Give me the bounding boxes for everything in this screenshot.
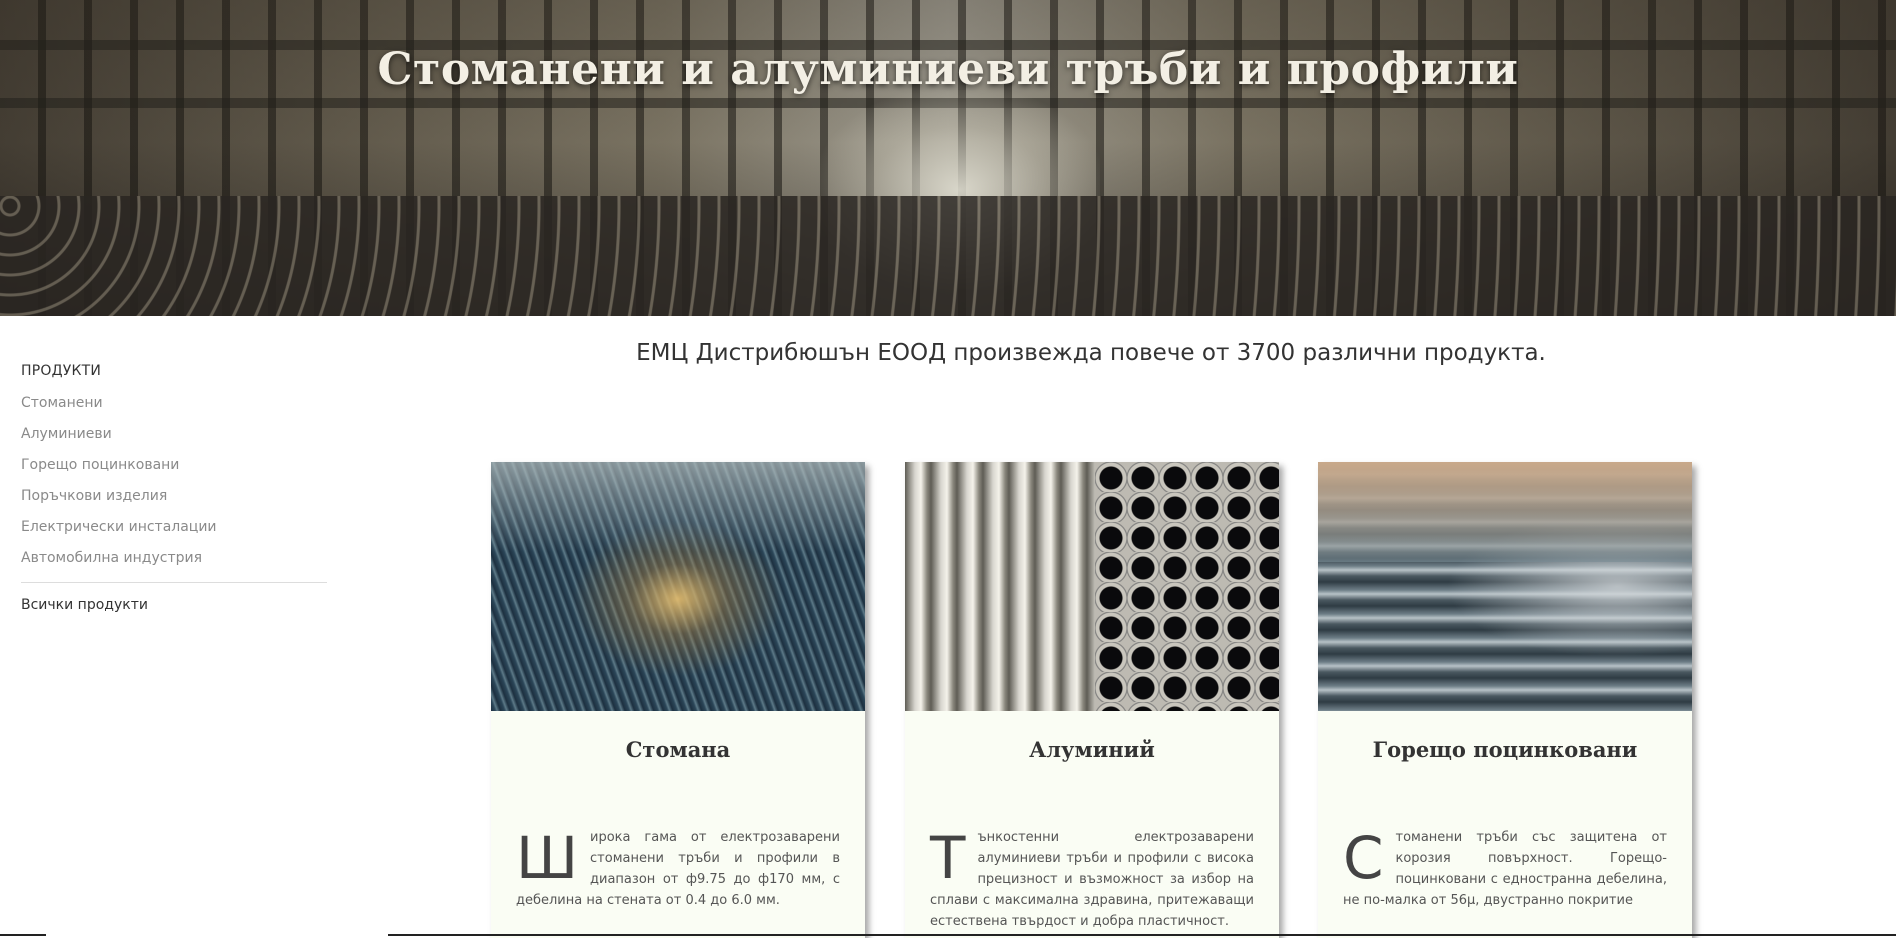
card-description-text: томанени тръби със защитена от корозия п…: [1343, 830, 1667, 908]
sidebar-link-electrical[interactable]: Електрически инсталации: [21, 519, 217, 535]
intro-text: ЕМЦ Дистрибюшън ЕООД произвежда повече о…: [636, 340, 1546, 366]
card-title[interactable]: Стомана: [491, 737, 865, 827]
card-description-text: ънкостенни електрозаварени алуминиеви тр…: [930, 830, 1254, 929]
sidebar-item-steel: Стоманени: [21, 392, 327, 423]
aluminium-tubes-ends: [1095, 462, 1279, 711]
all-products-link[interactable]: Всички продукти: [21, 597, 148, 613]
sidebar: ПРОДУКТИ Стоманени Алуминиеви Горещо поц…: [21, 361, 327, 613]
sidebar-item-electrical: Електрически инсталации: [21, 516, 327, 547]
sidebar-item-custom-products: Поръчкови изделия: [21, 485, 327, 516]
hero-pipes: [0, 196, 1896, 316]
card-title[interactable]: Горещо поцинковани: [1318, 737, 1692, 827]
sidebar-link-automotive[interactable]: Автомобилна индустрия: [21, 550, 202, 566]
product-card-steel[interactable]: Стомана Широка гама от електрозаварени с…: [491, 462, 865, 938]
steel-pipes-image[interactable]: [491, 462, 865, 711]
card-description: Широка гама от електрозаварени стоманени…: [491, 827, 865, 911]
sidebar-link-hot-dip-galvanized[interactable]: Горещо поцинковани: [21, 457, 179, 473]
sidebar-list: Стоманени Алуминиеви Горещо поцинковани …: [21, 392, 327, 578]
card-title[interactable]: Алуминий: [905, 737, 1279, 827]
product-card-galvanized[interactable]: Горещо поцинковани Стоманени тръби със з…: [1318, 462, 1692, 938]
galvanized-pipes-image[interactable]: [1318, 462, 1692, 711]
sidebar-divider: [21, 582, 327, 583]
hero-banner: Стоманени и алуминиеви тръби и профили: [0, 0, 1896, 316]
aluminium-tubes-side: [905, 462, 1095, 711]
card-description: Стоманени тръби със защитена от корозия …: [1318, 827, 1692, 911]
sidebar-link-aluminium[interactable]: Алуминиеви: [21, 426, 112, 442]
sidebar-item-automotive: Автомобилна индустрия: [21, 547, 327, 578]
footer-line: [0, 934, 46, 936]
card-description: Тънкостенни електрозаварени алуминиеви т…: [905, 827, 1279, 932]
footer-line: [388, 934, 1896, 936]
sidebar-item-all-products: Всички продукти: [21, 594, 327, 613]
sidebar-link-steel[interactable]: Стоманени: [21, 395, 103, 411]
sidebar-heading: ПРОДУКТИ: [21, 363, 102, 379]
product-card-aluminium[interactable]: Алуминий Тънкостенни електрозаварени алу…: [905, 462, 1279, 938]
dropcap: Ш: [516, 824, 579, 892]
dropcap: Т: [930, 824, 966, 892]
sidebar-link-custom-products[interactable]: Поръчкови изделия: [21, 488, 167, 504]
aluminium-pipes-image[interactable]: [905, 462, 1279, 711]
sidebar-item-aluminium: Алуминиеви: [21, 423, 327, 454]
dropcap: С: [1343, 824, 1384, 892]
sidebar-item-hot-dip-galvanized: Горещо поцинковани: [21, 454, 327, 485]
page-title: Стоманени и алуминиеви тръби и профили: [377, 44, 1519, 95]
